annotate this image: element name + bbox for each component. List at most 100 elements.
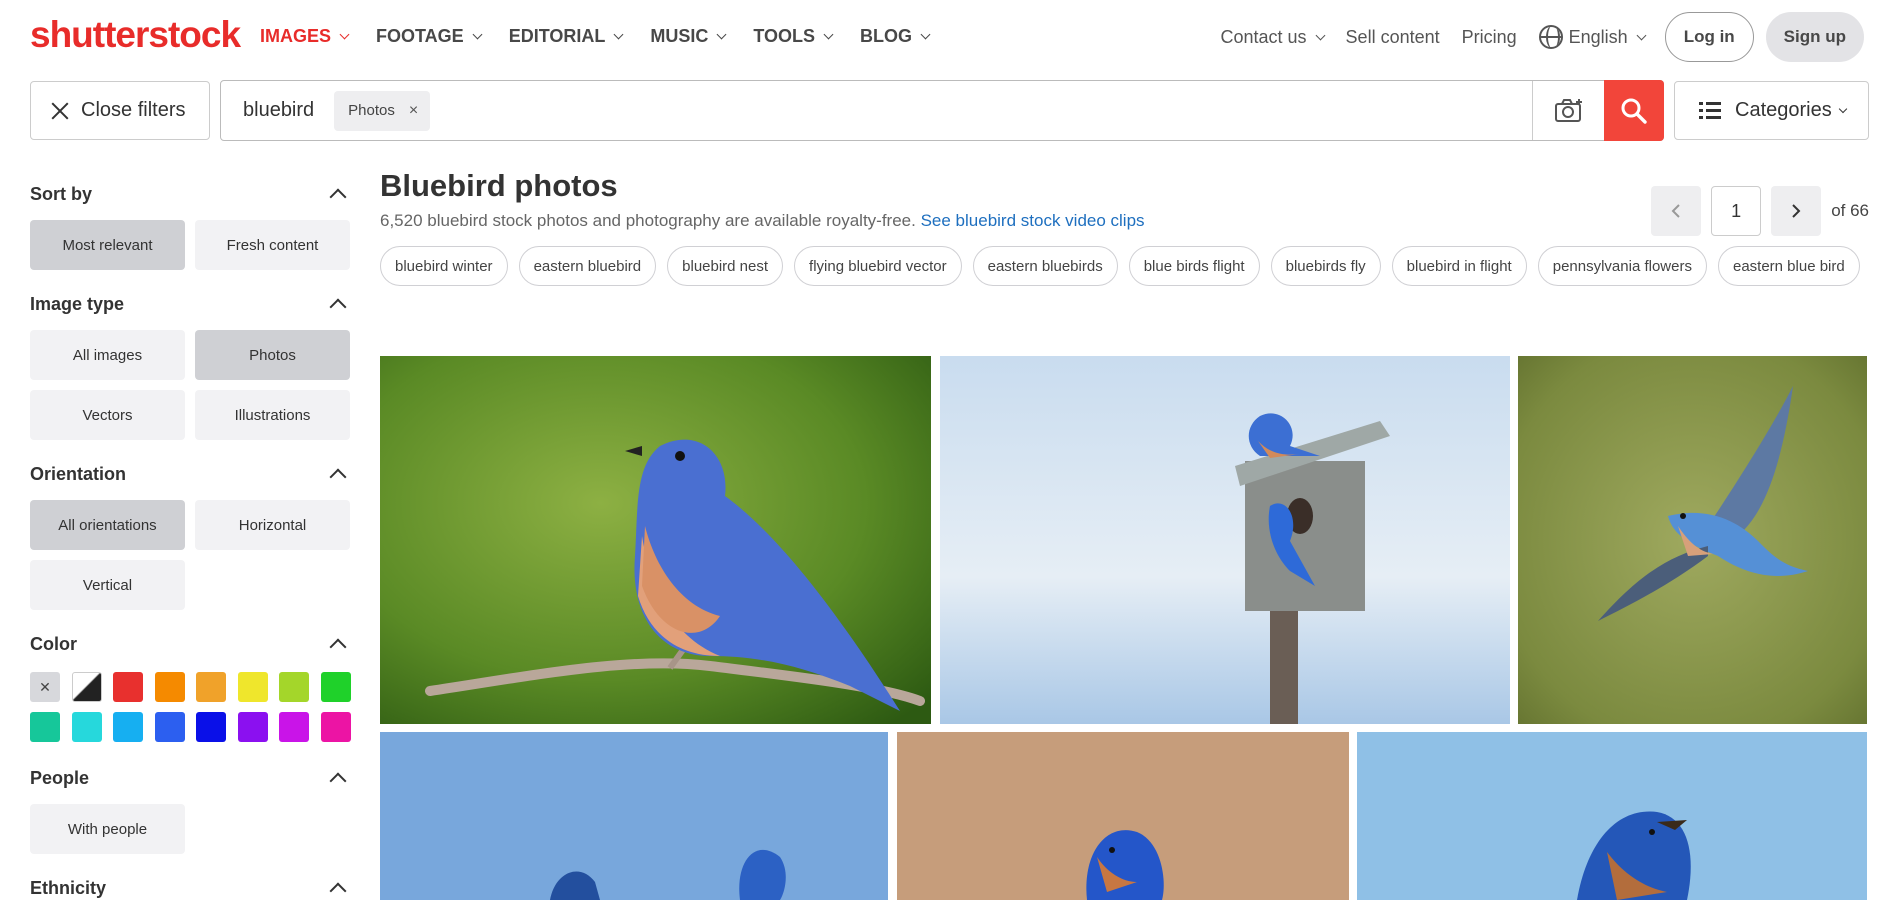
- nav-images[interactable]: IMAGES: [260, 26, 350, 47]
- close-filters-button[interactable]: Close filters: [30, 81, 210, 140]
- signup-button[interactable]: Sign up: [1765, 12, 1864, 62]
- color-swatch[interactable]: [30, 712, 60, 742]
- photo-bluebirds-pair[interactable]: [380, 732, 888, 900]
- nav-footage[interactable]: FOOTAGE: [376, 26, 483, 47]
- related-tag[interactable]: bluebird winter: [380, 246, 508, 286]
- related-tag[interactable]: eastern blue bird: [1717, 246, 1860, 286]
- list-icon: [1699, 101, 1721, 119]
- sort-fresh-content[interactable]: Fresh content: [195, 220, 350, 270]
- ethnicity-section[interactable]: Ethnicity: [30, 874, 350, 900]
- chevron-down-icon: [823, 29, 834, 40]
- chevron-up-icon: [329, 638, 347, 656]
- related-tag[interactable]: bluebird nest: [667, 246, 784, 286]
- page-number-input[interactable]: 1: [1711, 186, 1762, 236]
- related-tag[interactable]: bluebirds fly: [1270, 246, 1381, 286]
- color-swatch-black-white[interactable]: [71, 672, 102, 702]
- contact-us-menu[interactable]: Contact us: [1221, 27, 1325, 48]
- type-vectors[interactable]: Vectors: [30, 390, 185, 440]
- next-page-button[interactable]: [1771, 186, 1822, 236]
- pagination: 1 of 66: [1651, 186, 1869, 236]
- nav-tools[interactable]: TOOLS: [753, 26, 834, 47]
- chevron-right-icon: [1792, 204, 1801, 218]
- color-swatch[interactable]: [71, 712, 102, 742]
- orientation-vertical[interactable]: Vertical: [30, 560, 185, 610]
- close-icon: [51, 102, 69, 120]
- related-tags: bluebird winter eastern bluebird bluebir…: [380, 246, 1880, 286]
- color-swatch[interactable]: [279, 712, 309, 742]
- color-swatch[interactable]: [279, 672, 309, 702]
- related-tag[interactable]: flying bluebird vector: [794, 246, 962, 286]
- filters-sidebar: Sort by Most relevant Fresh content Imag…: [30, 180, 351, 900]
- search-input[interactable]: [430, 90, 1532, 131]
- photo-bluebird-on-branch[interactable]: [380, 356, 931, 724]
- filter-chip-photos[interactable]: Photos ×: [334, 90, 431, 131]
- search-query[interactable]: bluebird: [243, 99, 314, 122]
- related-tag[interactable]: eastern bluebirds: [972, 246, 1118, 286]
- type-all-images[interactable]: All images: [30, 330, 185, 380]
- chevron-down-icon: [1838, 104, 1847, 113]
- search-icon: [1621, 98, 1647, 124]
- page-title: Bluebird photos: [380, 168, 618, 203]
- orientation-horizontal[interactable]: Horizontal: [195, 500, 350, 550]
- photo-bluebird-brown-bg[interactable]: [897, 732, 1349, 900]
- people-section[interactable]: People: [30, 764, 350, 792]
- color-swatch[interactable]: [237, 672, 268, 702]
- color-swatch[interactable]: [113, 712, 143, 742]
- color-swatches: ✕: [30, 672, 351, 742]
- color-swatch[interactable]: [237, 712, 268, 742]
- related-tag[interactable]: bluebird in flight: [1391, 246, 1527, 286]
- search-button[interactable]: [1604, 80, 1664, 141]
- color-swatch[interactable]: [196, 712, 226, 742]
- type-illustrations[interactable]: Illustrations: [195, 390, 350, 440]
- sort-by-section[interactable]: Sort by: [30, 180, 350, 208]
- prev-page-button[interactable]: [1651, 186, 1702, 236]
- related-tag[interactable]: pennsylvania flowers: [1537, 246, 1707, 286]
- account-nav: Contact us Sell content Pricing English …: [1199, 10, 1864, 64]
- chevron-down-icon: [613, 29, 624, 40]
- color-section[interactable]: Color: [30, 630, 350, 658]
- image-type-section[interactable]: Image type: [30, 290, 350, 318]
- results-subtitle: 6,520 bluebird stock photos and photogra…: [380, 211, 1145, 231]
- pricing-link[interactable]: Pricing: [1462, 27, 1517, 48]
- color-swatch[interactable]: [154, 672, 185, 702]
- color-swatch[interactable]: [113, 672, 143, 702]
- photo-bluebird-in-flight[interactable]: [1518, 356, 1867, 724]
- orientation-section[interactable]: Orientation: [30, 460, 350, 488]
- type-photos[interactable]: Photos: [195, 330, 350, 380]
- photo-bluebird-with-insect[interactable]: [1357, 732, 1867, 900]
- categories-button[interactable]: Categories: [1674, 81, 1869, 140]
- related-tag[interactable]: eastern bluebird: [518, 246, 657, 286]
- chevron-down-icon: [1315, 30, 1325, 40]
- color-swatch[interactable]: [196, 672, 226, 702]
- color-swatch[interactable]: [154, 712, 185, 742]
- shutterstock-logo[interactable]: shutterstock: [30, 14, 241, 56]
- sort-most-relevant[interactable]: Most relevant: [30, 220, 185, 270]
- video-clips-link[interactable]: See bluebird stock video clips: [921, 211, 1145, 230]
- orientation-all[interactable]: All orientations: [30, 500, 185, 550]
- chevron-down-icon: [339, 29, 350, 40]
- login-button[interactable]: Log in: [1664, 12, 1754, 62]
- chevron-up-icon: [329, 882, 347, 900]
- language-selector[interactable]: English: [1538, 25, 1647, 49]
- chevron-down-icon: [472, 29, 483, 40]
- nav-blog[interactable]: BLOG: [860, 26, 931, 47]
- nav-editorial[interactable]: EDITORIAL: [509, 26, 624, 47]
- related-tag[interactable]: blue birds flight: [1128, 246, 1260, 286]
- people-with-people[interactable]: With people: [30, 804, 185, 854]
- total-pages: of 66: [1831, 201, 1869, 220]
- chevron-down-icon: [716, 29, 727, 40]
- top-navigation: shutterstock IMAGES FOOTAGE EDITORIAL MU…: [0, 0, 1894, 74]
- color-swatch-clear[interactable]: ✕: [30, 672, 60, 702]
- photo-bluebirds-birdhouse[interactable]: [940, 356, 1510, 724]
- search-by-image-button[interactable]: [1532, 81, 1604, 140]
- chevron-up-icon: [329, 468, 347, 486]
- chevron-up-icon: [329, 298, 347, 316]
- color-swatch[interactable]: [320, 672, 351, 702]
- chevron-up-icon: [329, 188, 347, 206]
- color-swatch[interactable]: [320, 712, 351, 742]
- remove-filter-icon[interactable]: ×: [409, 102, 418, 120]
- sell-content-link[interactable]: Sell content: [1346, 27, 1440, 48]
- camera-icon: [1554, 98, 1582, 122]
- nav-music[interactable]: MUSIC: [650, 26, 727, 47]
- results-count: 6,520 bluebird stock photos and photogra…: [380, 211, 916, 230]
